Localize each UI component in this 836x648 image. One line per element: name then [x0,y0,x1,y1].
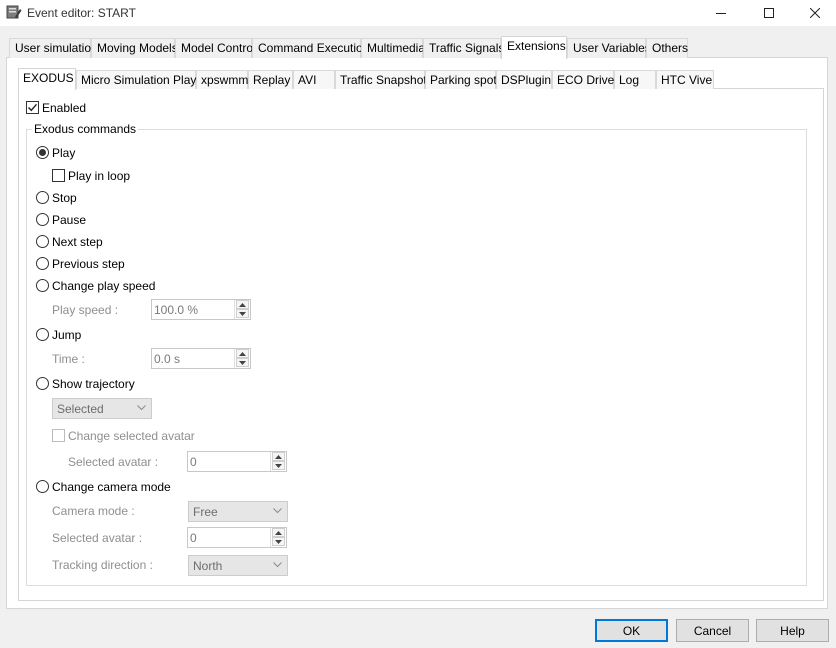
camera-selected-avatar-spinner[interactable]: 0 [187,527,287,548]
tab-command-execution[interactable]: Command Execution [252,38,369,58]
chevron-down-icon [273,562,282,568]
camera-mode-select[interactable]: Free [188,501,288,522]
tab-micro-simulation-player[interactable]: Micro Simulation Player [76,70,207,89]
exodus-commands-group [26,129,807,586]
pause-radio[interactable] [36,213,49,226]
radio-selected-dot [39,149,46,156]
jump-label: Jump [52,328,82,342]
previous-step-label: Previous step [52,257,125,271]
maximize-icon[interactable] [746,0,792,26]
play-in-loop-checkbox[interactable] [52,169,65,182]
tab-multimedia[interactable]: Multimedia [361,38,425,58]
change-camera-mode-label: Change camera mode [52,480,171,494]
play-speed-value: 100.0 % [154,303,199,317]
selected-avatar-value: 0 [190,455,197,469]
next-step-label: Next step [52,235,103,249]
tracking-direction-value: North [193,559,223,573]
time-spinner[interactable]: 0.0 s [151,348,251,369]
change-selected-avatar-checkbox[interactable] [52,429,65,442]
spin-up-icon[interactable] [272,452,285,461]
camera-selected-avatar-label: Selected avatar : [52,531,143,545]
checkmark-icon [28,103,38,112]
play-in-loop-label: Play in loop [68,169,131,183]
trajectory-select-value: Selected [57,402,104,416]
tab-traffic-signals[interactable]: Traffic Signals [423,38,504,58]
play-radio[interactable] [36,146,49,159]
tab-model-control[interactable]: Model Control [175,38,256,58]
tab-user-variables[interactable]: User Variables [567,38,651,58]
tracking-direction-label: Tracking direction : [52,558,153,572]
tab-htc-vive[interactable]: HTC Vive [656,70,714,89]
stop-radio[interactable] [36,191,49,204]
time-value: 0.0 s [154,352,181,366]
tab-moving-models[interactable]: Moving Models [91,38,178,58]
camera-selected-avatar-value: 0 [190,531,197,545]
tab-others[interactable]: Others [646,38,688,58]
trajectory-select[interactable]: Selected [52,398,152,419]
time-label: Time : [52,352,85,366]
play-speed-spinner[interactable]: 100.0 % [151,299,251,320]
spin-down-icon[interactable] [236,309,249,318]
stop-label: Stop [52,191,77,205]
spin-up-icon[interactable] [236,349,249,358]
tab-user-simulation[interactable]: User simulation [9,38,98,58]
change-play-speed-label: Change play speed [52,279,156,293]
tab-exodus[interactable]: EXODUS [18,68,76,90]
tab-extensions[interactable]: Extensions [501,36,567,59]
tracking-direction-select[interactable]: North [188,555,288,576]
window-title: Event editor: START [27,6,136,20]
selected-avatar-spinner[interactable]: 0 [187,451,287,472]
spin-down-icon[interactable] [272,461,285,470]
change-camera-mode-radio[interactable] [36,480,49,493]
show-trajectory-label: Show trajectory [52,377,135,391]
tab-traffic-snapshot[interactable]: Traffic Snapshot [335,70,427,89]
show-trajectory-radio[interactable] [36,377,49,390]
tab-log[interactable]: Log [614,70,656,89]
next-step-radio[interactable] [36,235,49,248]
enabled-checkbox[interactable] [26,101,39,114]
enabled-label: Enabled [42,101,87,115]
minimize-icon[interactable] [698,0,744,26]
camera-mode-value: Free [193,505,218,519]
tab-xpswmm[interactable]: xpswmm [196,70,248,89]
tab-avi[interactable]: AVI [293,70,335,89]
previous-step-radio[interactable] [36,257,49,270]
change-selected-avatar-label: Change selected avatar [68,429,195,443]
help-button[interactable]: Help [756,619,829,642]
change-play-speed-radio[interactable] [36,279,49,292]
cancel-button[interactable]: Cancel [676,619,749,642]
spin-up-icon[interactable] [272,528,285,537]
chevron-down-icon [137,405,146,411]
tab-eco-drive[interactable]: ECO Drive [552,70,614,89]
spin-up-icon[interactable] [236,300,249,309]
spin-down-icon[interactable] [272,537,285,546]
ok-button[interactable]: OK [595,619,668,642]
tab-replay[interactable]: Replay [248,70,293,89]
play-label: Play [52,146,76,160]
selected-avatar-label: Selected avatar : [68,455,159,469]
editor-icon [6,4,22,20]
tab-parking-spot[interactable]: Parking spot [425,70,497,89]
spin-down-icon[interactable] [236,358,249,367]
tab-dsplugin[interactable]: DSPlugin [496,70,552,89]
pause-label: Pause [52,213,87,227]
play-speed-label: Play speed : [52,303,119,317]
camera-mode-label: Camera mode : [52,504,135,518]
chevron-down-icon [273,508,282,514]
close-icon[interactable] [792,0,836,26]
exodus-commands-title: Exodus commands [32,122,139,136]
jump-radio[interactable] [36,328,49,341]
